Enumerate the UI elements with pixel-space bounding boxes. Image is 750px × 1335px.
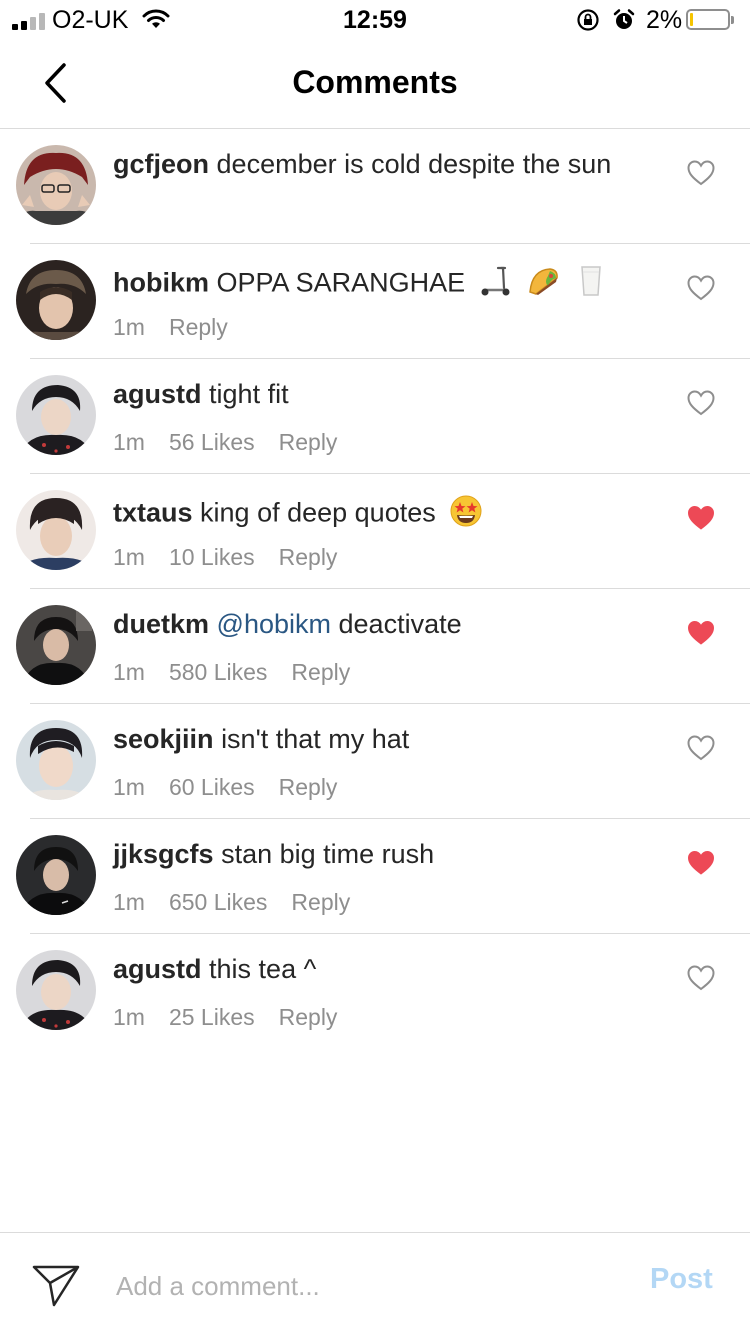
avatar[interactable]: [16, 260, 96, 340]
comment-text: duetkm @hobikm deactivate: [113, 609, 462, 640]
comment-meta: 1m 580 Likes Reply: [113, 659, 374, 686]
comment-body: king of deep quotes: [200, 497, 436, 528]
comment-body: deactivate: [338, 609, 462, 639]
reply-button[interactable]: Reply: [291, 659, 350, 685]
heart-icon[interactable]: [686, 389, 716, 417]
taco-emoji-icon: [526, 264, 560, 305]
comment-text: agustd this tea ^: [113, 954, 316, 985]
mention-link[interactable]: @hobikm: [217, 609, 331, 639]
comment-time: 1m: [113, 889, 145, 915]
avatar[interactable]: [16, 605, 96, 685]
alarm-icon: [612, 8, 636, 39]
reply-button[interactable]: Reply: [291, 889, 350, 915]
comment-time: 1m: [113, 659, 145, 685]
heart-filled-icon[interactable]: [686, 619, 716, 647]
reply-button[interactable]: Reply: [169, 314, 228, 340]
heart-icon[interactable]: [686, 734, 716, 762]
avatar[interactable]: [16, 375, 96, 455]
reply-button[interactable]: Reply: [279, 774, 338, 800]
comment-text: seokjiin isn't that my hat: [113, 724, 409, 755]
reply-button[interactable]: Reply: [279, 544, 338, 570]
status-time: 12:59: [343, 6, 407, 34]
comment-body: isn't that my hat: [221, 724, 410, 754]
comment-username[interactable]: txtaus: [113, 498, 193, 528]
paper-plane-icon: [32, 1265, 80, 1307]
comment-time: 1m: [113, 429, 145, 455]
comment-item: hobikm OPPA SARANGHAE 1m Reply: [0, 244, 750, 359]
comment-text: hobikm OPPA SARANGHAE: [113, 264, 608, 305]
avatar[interactable]: [16, 145, 96, 225]
rotation-lock-icon: [576, 8, 600, 39]
comment-meta: 1m 25 Likes Reply: [113, 1004, 361, 1031]
star-struck-emoji-icon: [449, 494, 483, 535]
avatar[interactable]: [16, 490, 96, 570]
comment-username[interactable]: agustd: [113, 954, 202, 984]
comment-item: seokjiin isn't that my hat 1m 60 Likes Rep…: [0, 704, 750, 819]
comment-composer: Post: [0, 1232, 750, 1335]
comment-body: tight fit: [209, 379, 289, 409]
comment-item: agustd tight fit 1m 56 Likes Reply: [0, 359, 750, 474]
comment-meta: 1m 10 Likes Reply: [113, 544, 361, 571]
milk-emoji-icon: [574, 264, 608, 305]
post-button[interactable]: Post: [650, 1263, 713, 1296]
comment-body: OPPA SARANGHAE: [216, 267, 466, 298]
heart-icon[interactable]: [686, 274, 716, 302]
heart-icon[interactable]: [686, 159, 716, 187]
comment-time: 1m: [113, 544, 145, 570]
comment-body: this tea ^: [209, 954, 317, 984]
comment-item: jjksgcfs stan big time rush 1m 650 Likes R…: [0, 819, 750, 934]
avatar[interactable]: [16, 720, 96, 800]
reply-button[interactable]: Reply: [279, 1004, 338, 1030]
likes-count[interactable]: 10 Likes: [169, 544, 255, 570]
comment-text: agustd tight fit: [113, 379, 289, 410]
likes-count[interactable]: 580 Likes: [169, 659, 267, 685]
send-direct-button[interactable]: [32, 1263, 80, 1312]
comment-time: 1m: [113, 774, 145, 800]
status-bar: O2-UK 12:59 2%: [0, 0, 750, 40]
scooter-emoji-icon: [479, 264, 513, 305]
nav-header: Comments: [0, 40, 750, 129]
comment-meta: 1m 650 Likes Reply: [113, 889, 374, 916]
comment-body: december is cold despite the sun: [216, 149, 612, 179]
comment-username[interactable]: seokjiin: [113, 724, 214, 754]
likes-count[interactable]: 60 Likes: [169, 774, 255, 800]
comment-username[interactable]: hobikm: [113, 268, 209, 298]
comment-item: gcfjeon december is cold despite the sun: [0, 129, 750, 244]
page-title: Comments: [292, 64, 458, 100]
comment-username[interactable]: agustd: [113, 379, 202, 409]
comment-username[interactable]: jjksgcfs: [113, 839, 214, 869]
comment-time: 1m: [113, 314, 145, 340]
comment-body: stan big time rush: [221, 839, 435, 869]
likes-count[interactable]: 25 Likes: [169, 1004, 255, 1030]
comment-text: gcfjeon december is cold despite the sun: [113, 149, 611, 180]
avatar[interactable]: [16, 950, 96, 1030]
battery-icon: [686, 9, 734, 30]
avatar[interactable]: [16, 835, 96, 915]
comment-username[interactable]: gcfjeon: [113, 149, 209, 179]
comment-input[interactable]: [114, 1263, 618, 1309]
heart-filled-icon[interactable]: [686, 504, 716, 532]
comment-text: jjksgcfs stan big time rush: [113, 839, 434, 870]
comments-list: gcfjeon december is cold despite the sun…: [0, 129, 750, 1049]
comment-meta: 1m 56 Likes Reply: [113, 429, 361, 456]
heart-filled-icon[interactable]: [686, 849, 716, 877]
likes-count[interactable]: 650 Likes: [169, 889, 267, 915]
comment-item: agustd this tea ^ 1m 25 Likes Reply: [0, 934, 750, 1049]
comment-time: 1m: [113, 1004, 145, 1030]
reply-button[interactable]: Reply: [279, 429, 338, 455]
comment-item: txtaus king of deep quotes 1m 10 Likes Rep…: [0, 474, 750, 589]
comment-item: duetkm @hobikm deactivate 1m 580 Likes Rep…: [0, 589, 750, 704]
likes-count[interactable]: 56 Likes: [169, 429, 255, 455]
heart-icon[interactable]: [686, 964, 716, 992]
comment-username[interactable]: duetkm: [113, 609, 209, 639]
battery-percent: 2%: [646, 6, 683, 34]
comment-meta: 1m Reply: [113, 314, 252, 341]
comment-meta: 1m 60 Likes Reply: [113, 774, 361, 801]
comment-text: txtaus king of deep quotes: [113, 494, 483, 535]
